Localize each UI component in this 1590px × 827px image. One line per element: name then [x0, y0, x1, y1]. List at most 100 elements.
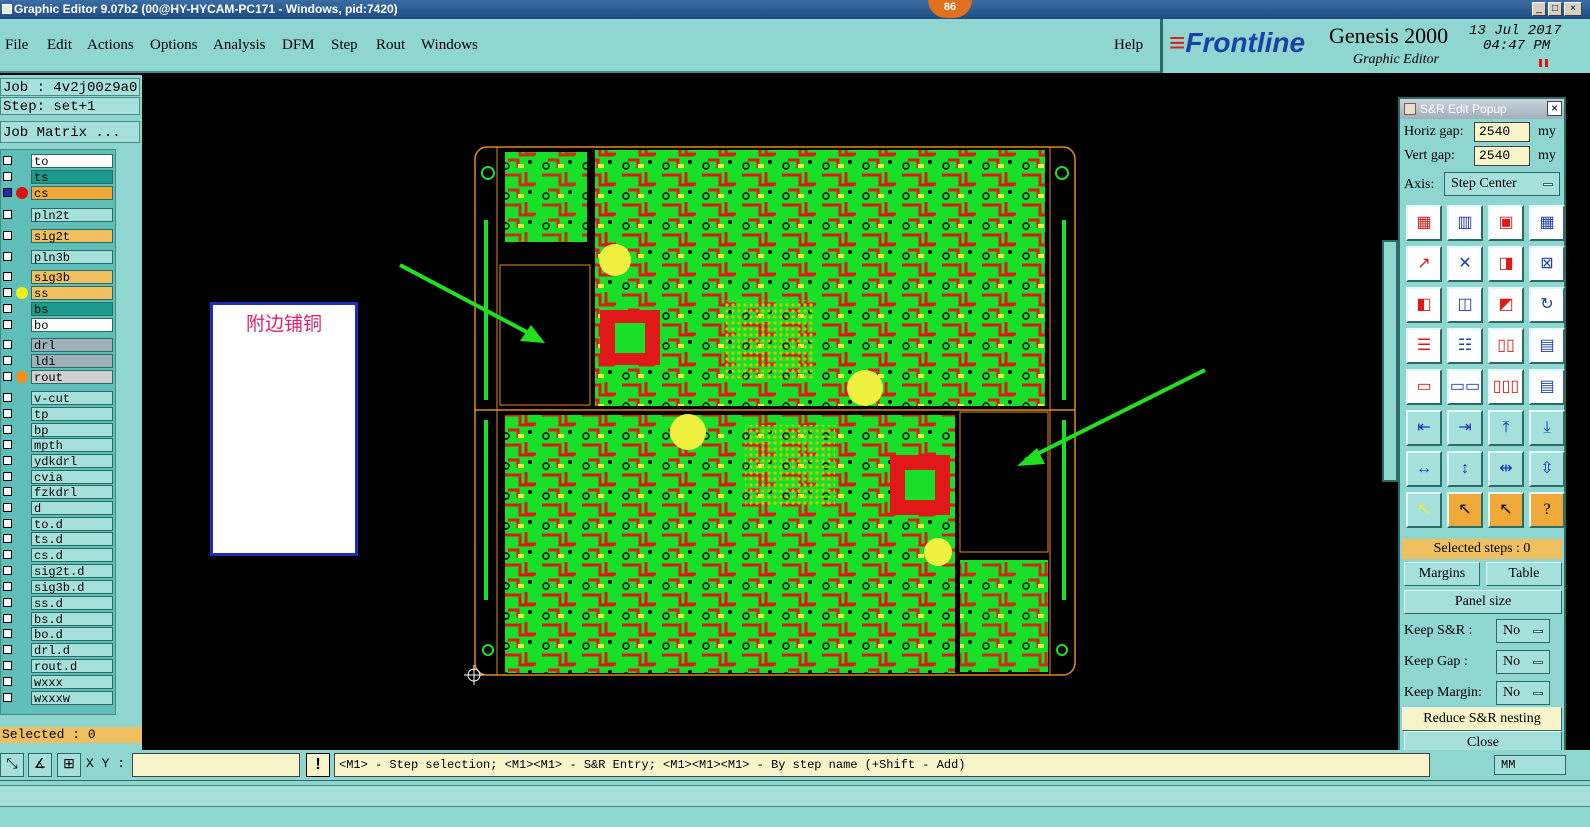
layer-name[interactable]: cs.d [31, 548, 113, 563]
layer-row-pln2t[interactable]: pln2t [1, 208, 117, 223]
rotate-icon[interactable]: ◩ [1488, 287, 1524, 323]
menu-edit[interactable]: Edit [47, 37, 72, 54]
layer-checkbox[interactable] [3, 629, 12, 638]
layer-name[interactable]: tp [31, 407, 113, 422]
layer-checkbox[interactable] [3, 645, 12, 654]
layer-checkbox[interactable] [3, 534, 12, 543]
layer-checkbox[interactable] [3, 393, 12, 402]
layer-checkbox[interactable] [3, 440, 12, 449]
layer-row-ydkdrl[interactable]: ydkdrl [1, 454, 117, 469]
menu-help[interactable]: Help [1114, 37, 1143, 54]
layer-checkbox[interactable] [3, 288, 12, 297]
layer-name[interactable]: ss [31, 286, 113, 301]
layer-name[interactable]: bs.d [31, 612, 113, 627]
select-step-icon[interactable]: ↖ [1447, 492, 1483, 528]
menu-analysis[interactable]: Analysis [213, 37, 266, 54]
layer-name[interactable]: mpth [31, 438, 113, 453]
popup-close-icon[interactable]: × [1547, 101, 1562, 116]
layer-checkbox[interactable] [3, 425, 12, 434]
mirror-icon[interactable]: ◨ [1488, 246, 1524, 282]
layer-name[interactable]: pln3b [31, 250, 113, 265]
layer-checkbox[interactable] [3, 472, 12, 481]
margins-button[interactable]: Margins [1404, 562, 1480, 586]
align-bottom-icon[interactable]: ⤓ [1529, 410, 1565, 446]
layer-row-fzkdrl[interactable]: fzkdrl [1, 485, 117, 500]
axis-dropdown[interactable]: Step Center [1444, 172, 1560, 196]
layer-checkbox[interactable] [3, 210, 12, 219]
menu-file[interactable]: File [5, 37, 28, 54]
layer-row-ts.d[interactable]: ts.d [1, 532, 117, 547]
layer-name[interactable]: ss.d [31, 596, 113, 611]
layer-row-bo[interactable]: bo [1, 318, 117, 333]
layer-name[interactable]: to [31, 154, 113, 169]
layer-name[interactable]: drl [31, 338, 113, 353]
compress-h-icon[interactable]: ⇹ [1488, 451, 1524, 487]
layer-row-drl.d[interactable]: drl.d [1, 643, 117, 658]
layer-row-v-cut[interactable]: v-cut [1, 391, 117, 406]
layer-name[interactable]: fzkdrl [31, 485, 113, 500]
layer-checkbox[interactable] [3, 304, 12, 313]
layer-checkbox[interactable] [3, 272, 12, 281]
layer-row-d[interactable]: d [1, 501, 117, 516]
layer-row-sig2t[interactable]: sig2t [1, 229, 117, 244]
layer-name[interactable]: rout [31, 370, 113, 385]
layer-checkbox[interactable] [3, 582, 12, 591]
horiz-gap-input[interactable]: 2540 [1474, 122, 1530, 142]
vert-gap-input[interactable]: 2540 [1474, 146, 1530, 166]
array-red-icon[interactable]: ▥ [1447, 205, 1483, 241]
layer-name[interactable]: cvia [31, 470, 113, 485]
move-cross-icon[interactable]: ✕ [1447, 246, 1483, 282]
layer-checkbox[interactable] [3, 503, 12, 512]
zoom-tool-icon[interactable]: ⤡ [0, 753, 24, 777]
layer-checkbox[interactable] [3, 409, 12, 418]
layer-name[interactable]: sig2t.d [31, 564, 113, 579]
layer-name[interactable]: ldi [31, 354, 113, 369]
layer-name[interactable]: bs [31, 302, 113, 317]
layer-name[interactable]: sig3b [31, 270, 113, 285]
array-4x4-icon[interactable]: ▦ [1529, 205, 1565, 241]
layer-checkbox[interactable] [3, 614, 12, 623]
query-icon[interactable]: ? [1529, 492, 1565, 528]
layer-row-wxxxw[interactable]: wxxxw [1, 691, 117, 706]
rotate-arrow-icon[interactable]: ↻ [1529, 287, 1565, 323]
layer-row-sig3b.d[interactable]: sig3b.d [1, 580, 117, 595]
layer-row-wxxx[interactable]: wxxx [1, 675, 117, 690]
pcb-panel-view[interactable] [460, 140, 1100, 690]
warning-button[interactable]: ! [306, 753, 330, 777]
layer-name[interactable]: d [31, 501, 113, 516]
menu-windows[interactable]: Windows [421, 37, 478, 54]
spread-h-icon[interactable]: ▯▯ [1488, 328, 1524, 364]
layer-row-ts[interactable]: ts [1, 170, 117, 185]
layer-row-rout[interactable]: rout [1, 370, 117, 385]
layer-name[interactable]: v-cut [31, 391, 113, 406]
layer-name[interactable]: to.d [31, 517, 113, 532]
layer-row-ldi[interactable]: ldi [1, 354, 117, 369]
layer-row-bp[interactable]: bp [1, 423, 117, 438]
layer-row-cs.d[interactable]: cs.d [1, 548, 117, 563]
layer-checkbox[interactable] [3, 372, 12, 381]
layer-name[interactable]: drl.d [31, 643, 113, 658]
layer-checkbox[interactable] [3, 172, 12, 181]
layer-row-sig2t.d[interactable]: sig2t.d [1, 564, 117, 579]
layer-name[interactable]: bp [31, 423, 113, 438]
reduce-sr-nesting-button[interactable]: Reduce S&R nesting [1402, 707, 1562, 731]
units-dropdown[interactable]: MM [1494, 755, 1566, 775]
spread-grid-icon[interactable]: ▤ [1529, 328, 1565, 364]
layer-checkbox[interactable] [3, 356, 12, 365]
menu-rout[interactable]: Rout [376, 37, 405, 54]
layer-row-bs.d[interactable]: bs.d [1, 612, 117, 627]
layer-checkbox[interactable] [3, 252, 12, 261]
array-boxed-icon[interactable]: ▣ [1488, 205, 1524, 241]
select-pointer-icon[interactable]: ↖ [1406, 492, 1442, 528]
distribute-h-icon[interactable]: ▯▯▯ [1488, 369, 1524, 405]
layer-checkbox[interactable] [3, 550, 12, 559]
stack-offset-icon[interactable]: ☷ [1447, 328, 1483, 364]
align-col-icon[interactable]: ▭ [1406, 369, 1442, 405]
stack-v-icon[interactable]: ☰ [1406, 328, 1442, 364]
app-icon[interactable] [2, 4, 12, 14]
move-icon[interactable]: ↗ [1406, 246, 1442, 282]
layer-checkbox[interactable] [3, 456, 12, 465]
menu-actions[interactable]: Actions [87, 37, 134, 54]
layer-row-ss[interactable]: ss [1, 286, 117, 301]
layer-name[interactable]: ydkdrl [31, 454, 113, 469]
